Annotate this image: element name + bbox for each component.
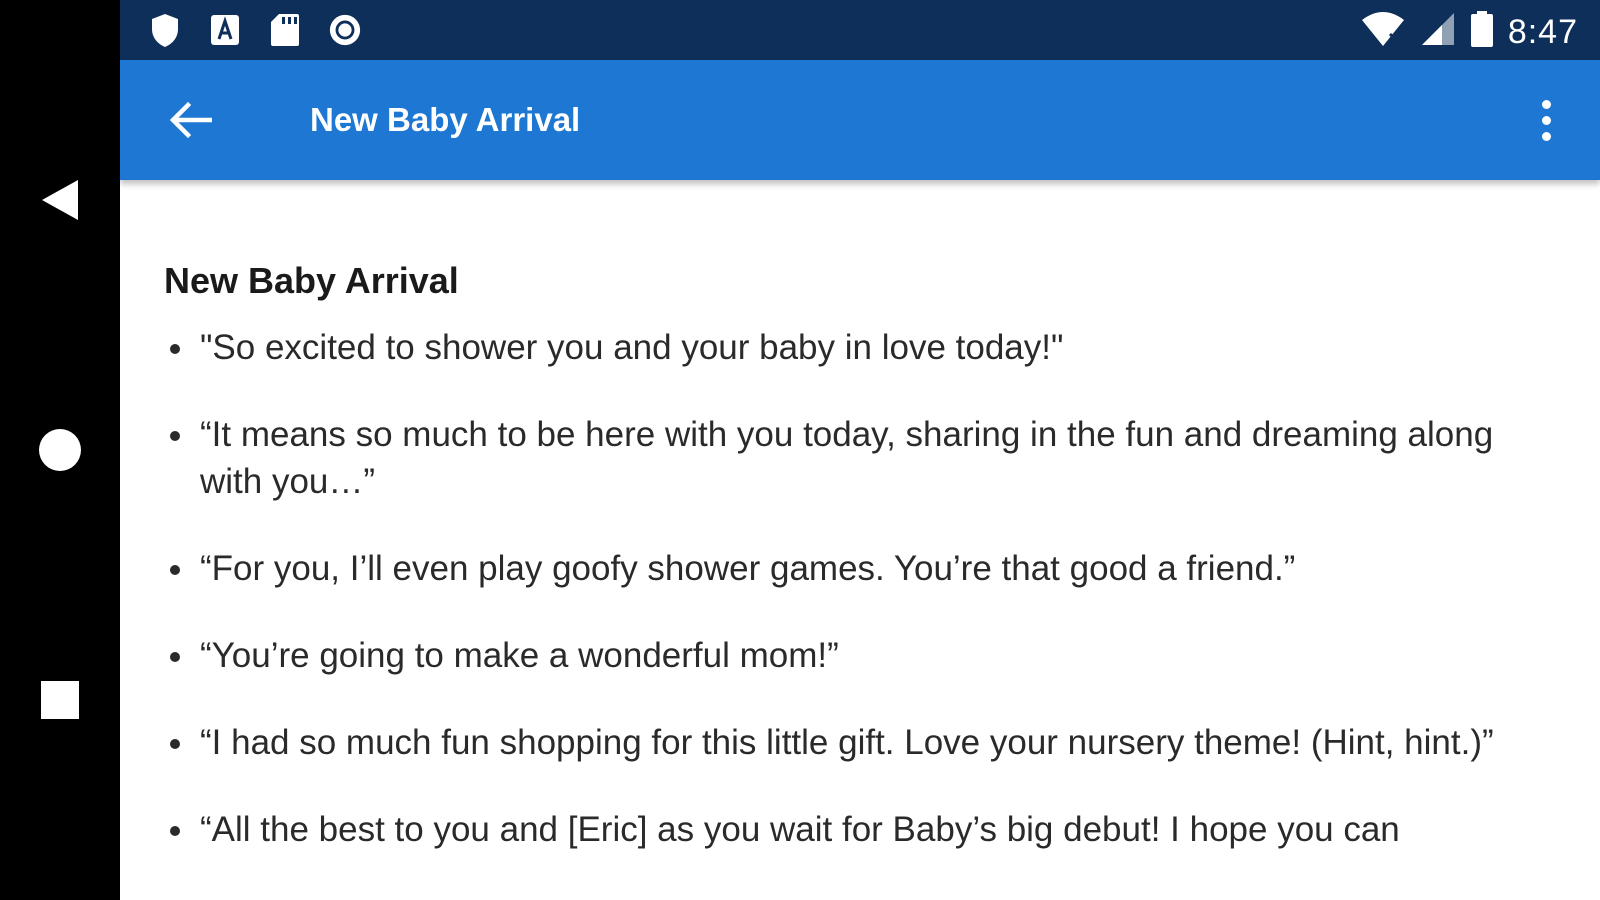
quote-text: “I had so much fun shopping for this lit…: [200, 723, 1494, 762]
bullet-icon: [170, 565, 180, 575]
quote-text: “All the best to you and [Eric] as you w…: [200, 810, 1400, 849]
list-item: “It means so much to be here with you to…: [164, 411, 1564, 505]
home-circle-icon: [39, 429, 81, 471]
quote-text: “For you, I’ll even play goofy shower ga…: [200, 549, 1296, 588]
status-system-icons: 8:47: [1360, 10, 1578, 53]
system-recents-button[interactable]: [30, 670, 90, 730]
list-item: “For you, I’ll even play goofy shower ga…: [164, 545, 1564, 592]
status-bar: 8:47: [120, 0, 1600, 60]
more-vert-icon-dot: [1541, 131, 1551, 141]
back-button[interactable]: [164, 94, 216, 146]
wifi-icon: [1360, 10, 1406, 53]
app-screen: 8:47 New Baby Arrival New Baby Arrival "…: [120, 0, 1600, 900]
device-frame: 8:47 New Baby Arrival New Baby Arrival "…: [0, 0, 1600, 900]
app-toolbar: New Baby Arrival: [120, 60, 1600, 180]
bullet-icon: [170, 826, 180, 836]
bullet-icon: [170, 739, 180, 749]
list-item: “All the best to you and [Eric] as you w…: [164, 806, 1564, 853]
battery-icon: [1470, 10, 1494, 53]
status-notification-icons: [148, 12, 362, 48]
status-time: 8:47: [1507, 12, 1578, 51]
shield-icon: [148, 12, 182, 48]
system-back-button[interactable]: [30, 170, 90, 230]
system-navigation-bar: [0, 0, 120, 900]
sd-card-icon: [268, 12, 302, 48]
recents-square-icon: [41, 681, 79, 719]
list-item: “I had so much fun shopping for this lit…: [164, 719, 1564, 766]
quote-text: “It means so much to be here with you to…: [200, 415, 1494, 501]
back-triangle-icon: [42, 180, 78, 220]
arrow-left-icon: [169, 101, 212, 139]
article-content: New Baby Arrival "So excited to shower y…: [164, 258, 1564, 893]
list-item: "So excited to shower you and your baby …: [164, 324, 1564, 371]
more-vert-icon: [1541, 99, 1551, 109]
quote-text: “You’re going to make a wonderful mom!”: [200, 636, 839, 675]
system-home-button[interactable]: [30, 420, 90, 480]
bullet-icon: [170, 652, 180, 662]
record-circle-icon: [328, 12, 362, 48]
list-item: “You’re going to make a wonderful mom!”: [164, 632, 1564, 679]
bullet-icon: [170, 431, 180, 441]
overflow-menu-button[interactable]: [1520, 94, 1572, 146]
bullet-icon: [170, 344, 180, 354]
more-vert-icon-dot: [1541, 115, 1551, 125]
article-title: New Baby Arrival: [164, 260, 459, 301]
font-a-icon: [208, 12, 242, 48]
quote-list: "So excited to shower you and your baby …: [164, 324, 1564, 853]
cell-signal-icon: [1420, 11, 1456, 52]
quote-text: "So excited to shower you and your baby …: [200, 328, 1064, 367]
toolbar-title: New Baby Arrival: [310, 101, 581, 138]
